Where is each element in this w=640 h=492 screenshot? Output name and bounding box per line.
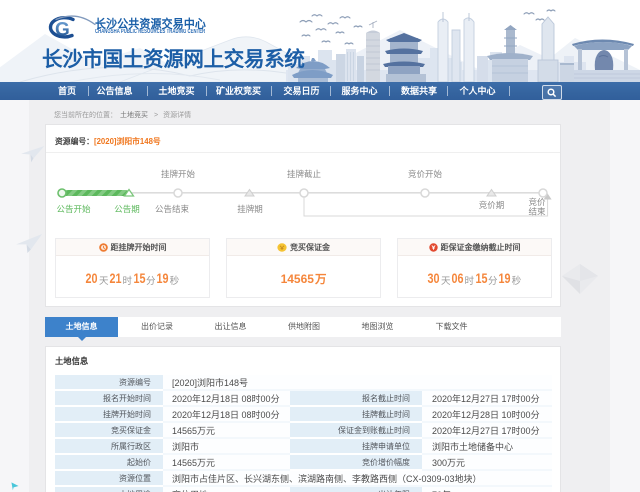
- svg-text:竞价: 竞价: [528, 197, 546, 207]
- svg-text:公告开始: 公告开始: [56, 204, 91, 214]
- svg-text:G: G: [55, 20, 70, 41]
- svg-text:挂牌期: 挂牌期: [237, 204, 263, 214]
- svg-text:竞价开始: 竞价开始: [408, 169, 443, 179]
- svg-text:挂牌开始: 挂牌开始: [161, 169, 196, 179]
- svg-text:结束: 结束: [528, 207, 546, 217]
- svg-text:公告结束: 公告结束: [155, 204, 190, 214]
- svg-text:公告期: 公告期: [114, 204, 140, 214]
- svg-text:竞价期: 竞价期: [479, 200, 505, 210]
- svg-text:挂牌截止: 挂牌截止: [287, 169, 322, 179]
